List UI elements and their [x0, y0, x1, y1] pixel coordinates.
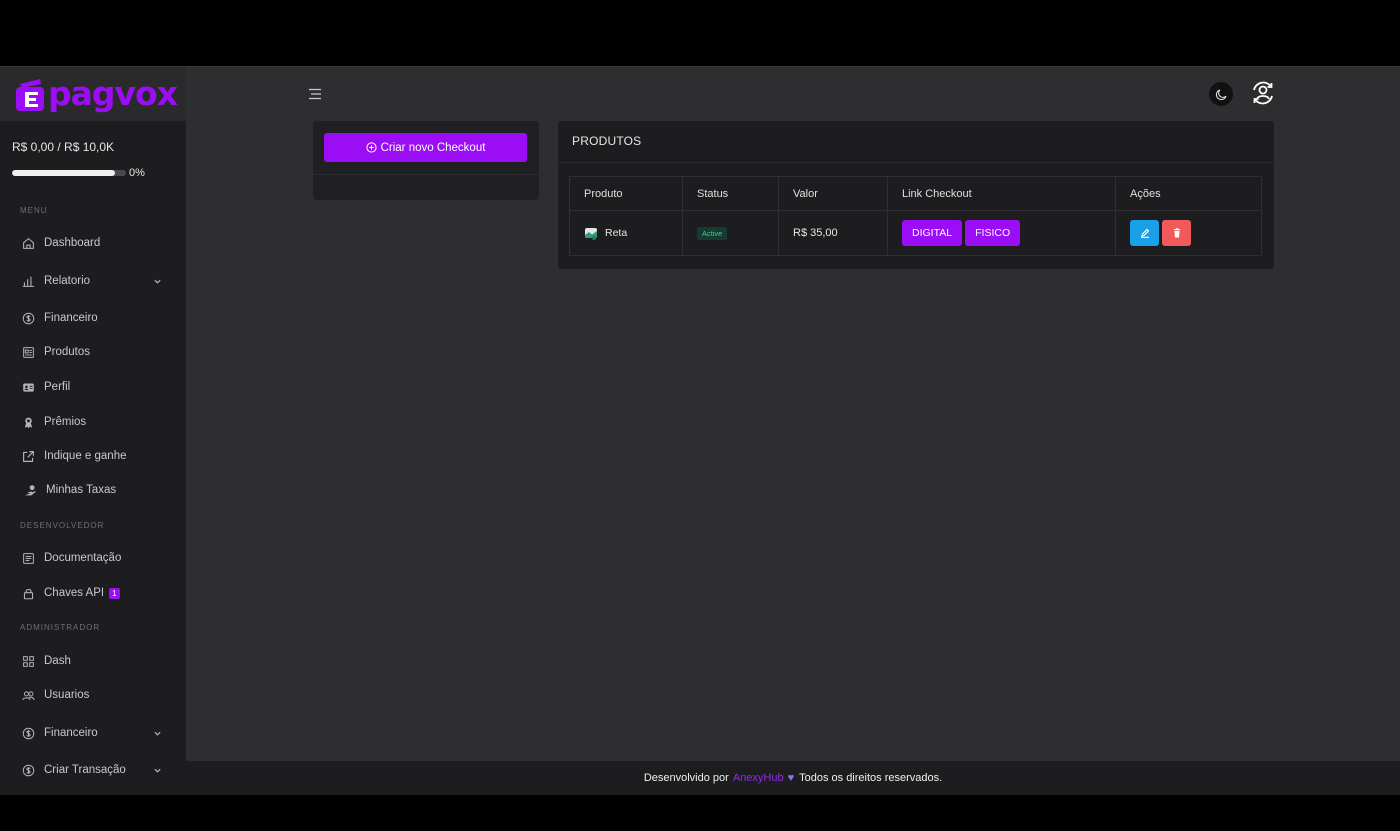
product-name: Reta	[605, 227, 628, 239]
products-table: Produto Status Valor Link Checkout Ações…	[569, 176, 1262, 256]
share-icon	[23, 450, 34, 462]
sidebar: pagvox R$ 0,00 / R$ 10,0K 0% MENU Dashbo…	[0, 67, 186, 795]
table-row: Reta Active R$ 35,00 DIGITAL FISICO	[569, 210, 1262, 256]
home-icon	[23, 237, 34, 249]
dollar-circle-icon	[22, 312, 35, 324]
sidebar-item-produtos[interactable]: Produtos	[22, 342, 172, 362]
fisico-link-button[interactable]: FISICO	[965, 220, 1021, 246]
create-checkout-button[interactable]: Criar novo Checkout	[324, 133, 527, 162]
section-menu: MENU	[20, 206, 48, 215]
footer-brand-link[interactable]: AnexyHub	[733, 772, 784, 784]
sidebar-item-label: Financeiro	[44, 312, 98, 324]
sidebar-item-perfil[interactable]: Perfil	[22, 377, 172, 397]
balance-text: R$ 0,00 / R$ 10,0K	[12, 140, 115, 154]
chevron-down-icon	[154, 768, 161, 773]
sidebar-item-criar-transacao[interactable]: Criar Transação	[22, 760, 172, 780]
product-cell: Reta	[569, 210, 683, 256]
sidebar-item-usuarios[interactable]: Usuarios	[22, 685, 172, 705]
heart-icon: ♥	[787, 772, 795, 784]
status-badge: Active	[697, 226, 728, 240]
plus-circle-icon	[365, 142, 377, 153]
value-cell: R$ 35,00	[778, 210, 888, 256]
progress-percent: 0%	[129, 167, 145, 179]
document-icon	[23, 552, 34, 564]
products-title: PRODUTOS	[572, 134, 642, 148]
checkout-card: Criar novo Checkout	[313, 121, 539, 200]
moon-icon	[1215, 89, 1226, 100]
footer: Desenvolvido por AnexyHub ♥ Todos os dir…	[186, 761, 1400, 795]
app-window: pagvox R$ 0,00 / R$ 10,0K 0% MENU Dashbo…	[0, 66, 1400, 795]
delete-button[interactable]	[1162, 220, 1191, 246]
chevron-down-icon	[154, 279, 161, 284]
user-switch-icon[interactable]	[1250, 80, 1276, 106]
limit-progress: 0%	[12, 167, 145, 179]
product-image-icon	[585, 228, 597, 240]
sidebar-item-label: Chaves API	[44, 587, 105, 599]
sidebar-item-label: Dash	[44, 655, 71, 667]
sidebar-item-label: Perfil	[44, 381, 71, 393]
card-divider	[313, 174, 539, 175]
dollar-circle-icon	[22, 764, 35, 776]
bar-chart-icon	[22, 276, 35, 287]
section-admin: ADMINISTRADOR	[20, 623, 101, 632]
sidebar-item-indique[interactable]: Indique e ganhe	[22, 446, 172, 466]
pencil-icon	[1140, 228, 1149, 238]
footer-suffix: Todos os direitos reservados.	[799, 772, 943, 784]
status-cell: Active	[682, 210, 779, 256]
col-acoes: Ações	[1115, 176, 1262, 211]
sidebar-item-documentacao[interactable]: Documentação	[22, 548, 172, 568]
sidebar-item-label: Dashboard	[44, 237, 101, 249]
table-header-row: Produto Status Valor Link Checkout Ações	[569, 176, 1262, 211]
id-card-icon	[23, 382, 34, 392]
sidebar-item-financeiro-admin[interactable]: Financeiro	[22, 723, 172, 743]
sidebar-item-label: Documentação	[44, 552, 122, 564]
sidebar-item-relatorio[interactable]: Relatorio	[22, 271, 172, 291]
card-divider	[558, 162, 1274, 163]
edit-button[interactable]	[1130, 220, 1159, 246]
menu-toggle-icon[interactable]	[308, 87, 322, 101]
sidebar-item-dashboard[interactable]: Dashboard	[22, 233, 172, 253]
chevron-down-icon	[154, 731, 161, 736]
col-valor: Valor	[778, 176, 888, 211]
api-count-badge: 1	[109, 587, 120, 599]
sidebar-item-label: Financeiro	[44, 727, 98, 739]
sidebar-item-premios[interactable]: Prêmios	[22, 412, 172, 432]
sidebar-item-label: Criar Transação	[44, 764, 126, 776]
hand-coin-icon	[24, 484, 36, 495]
sidebar-item-financeiro[interactable]: Financeiro	[22, 308, 172, 328]
col-status: Status	[682, 176, 779, 211]
link-cell: DIGITAL FISICO	[887, 210, 1116, 256]
award-icon	[24, 417, 33, 428]
trash-icon	[1173, 228, 1180, 238]
section-dev: DESENVOLVEDOR	[20, 521, 105, 530]
logo-text: pagvox	[48, 74, 178, 113]
sidebar-item-label: Relatorio	[44, 275, 91, 287]
users-icon	[22, 690, 35, 700]
digital-link-button[interactable]: DIGITAL	[902, 220, 963, 246]
col-produto: Produto	[569, 176, 683, 211]
sidebar-item-label: Produtos	[44, 346, 91, 358]
products-card: PRODUTOS Produto Status Valor Link Check…	[558, 121, 1274, 269]
sidebar-item-label: Usuarios	[44, 689, 90, 701]
dollar-circle-icon	[22, 727, 35, 739]
sidebar-item-dash[interactable]: Dash	[22, 651, 172, 671]
sidebar-item-chaves-api[interactable]: Chaves API 1	[22, 583, 172, 603]
lock-icon	[23, 588, 34, 599]
footer-prefix: Desenvolvido por	[643, 772, 729, 784]
progress-fill	[12, 170, 115, 176]
logo-mark-icon	[16, 79, 44, 111]
grid-icon	[23, 655, 34, 667]
sidebar-item-taxas[interactable]: Minhas Taxas	[24, 480, 174, 500]
theme-toggle-button[interactable]	[1209, 82, 1233, 106]
sidebar-item-label: Minhas Taxas	[46, 484, 117, 496]
col-link-checkout: Link Checkout	[887, 176, 1116, 211]
logo[interactable]: pagvox	[0, 67, 186, 121]
product-icon	[23, 346, 34, 358]
sidebar-item-label: Indique e ganhe	[44, 450, 127, 462]
progress-track	[12, 170, 126, 176]
sidebar-item-label: Prêmios	[44, 416, 87, 428]
create-checkout-label: Criar novo Checkout	[380, 141, 486, 154]
actions-cell	[1115, 210, 1262, 256]
